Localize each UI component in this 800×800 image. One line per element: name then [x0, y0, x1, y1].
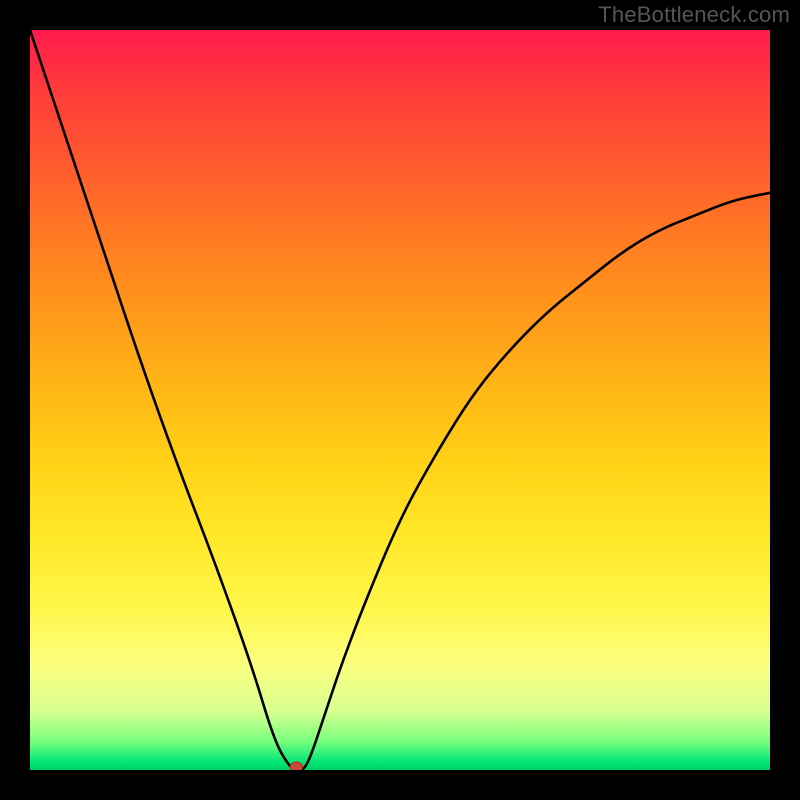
minimum-marker — [290, 762, 302, 770]
watermark-text: TheBottleneck.com — [598, 2, 790, 28]
chart-plot-area — [30, 30, 770, 770]
bottleneck-curve — [30, 30, 770, 770]
bottleneck-curve-svg — [30, 30, 770, 770]
